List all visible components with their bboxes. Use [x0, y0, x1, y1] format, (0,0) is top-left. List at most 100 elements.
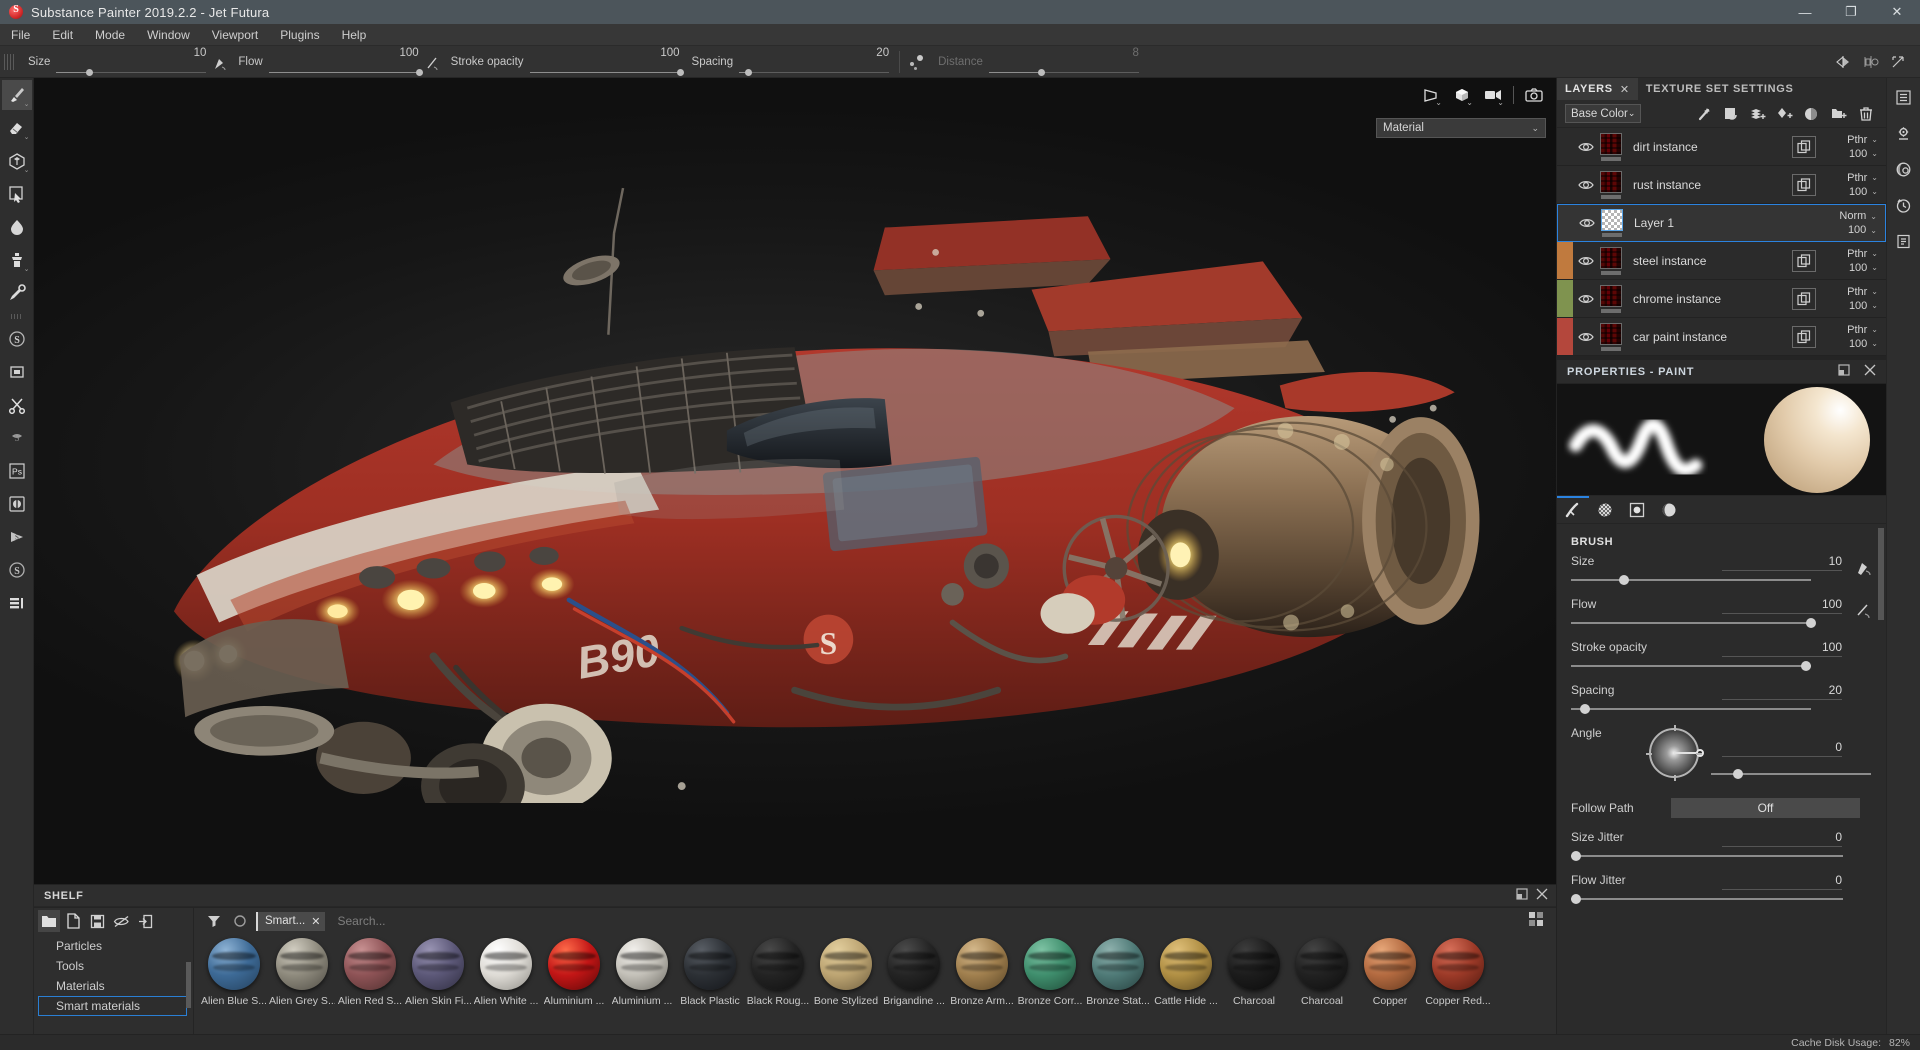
layer-thumbnail[interactable]: [1600, 247, 1622, 269]
layer-row[interactable]: dirt instance Pthr⌄ 100⌄: [1557, 128, 1886, 166]
shelf-material-item[interactable]: Bronze Corr...: [1016, 938, 1084, 1007]
material-thumbnail[interactable]: [276, 938, 328, 990]
shelf-material-item[interactable]: Copper Red...: [1424, 938, 1492, 1007]
shelf-category-materials[interactable]: Materials: [34, 976, 193, 996]
layer-opacity[interactable]: 100⌄: [1849, 148, 1878, 160]
menu-window[interactable]: Window: [136, 24, 201, 46]
param-slider[interactable]: [1571, 660, 1811, 672]
alpha-tab[interactable]: [1589, 496, 1621, 523]
brush-properties-scroll[interactable]: BRUSH Size10Flow100Stroke opacity100Spac…: [1557, 524, 1886, 1034]
layer-thumbnail[interactable]: [1600, 323, 1622, 345]
smudge-tool[interactable]: [2, 212, 32, 242]
material-thumbnail[interactable]: [1024, 938, 1076, 990]
layer-row[interactable]: chrome instancePthr⌄100⌄: [1557, 280, 1886, 318]
pen-pressure-icon[interactable]: [1856, 558, 1872, 579]
angle-dial[interactable]: [1649, 728, 1699, 778]
layer-row[interactable]: rust instance Pthr⌄ 100⌄: [1557, 166, 1886, 204]
material-thumbnail[interactable]: [820, 938, 872, 990]
layer-row[interactable]: steel instancePthr⌄100⌄: [1557, 242, 1886, 280]
shelf-material-item[interactable]: Alien White ...: [472, 938, 540, 1007]
tab-texture-set-settings[interactable]: TEXTURE SET SETTINGS: [1638, 78, 1802, 100]
substance-source-icon[interactable]: S: [2, 423, 32, 453]
param-slider[interactable]: [269, 60, 419, 78]
import-icon[interactable]: [134, 910, 156, 932]
layer-blend-mode[interactable]: Pthr⌄: [1847, 286, 1878, 298]
material-thumbnail[interactable]: [344, 938, 396, 990]
material-thumbnail[interactable]: [548, 938, 600, 990]
material-thumbnail[interactable]: [1160, 938, 1212, 990]
add-paint-layer-icon[interactable]: [1773, 103, 1797, 125]
eye-icon[interactable]: [1573, 255, 1599, 267]
material-tab[interactable]: [1653, 496, 1685, 523]
instance-icon[interactable]: [1792, 288, 1816, 310]
shelf-category-scrollbar[interactable]: [186, 962, 191, 1008]
active-filter-chip[interactable]: Smart... ✕: [256, 912, 325, 931]
material-mode-icon[interactable]: ⌄: [1448, 84, 1476, 106]
material-thumbnail[interactable]: [412, 938, 464, 990]
layer-stack-icon[interactable]: [2, 588, 32, 618]
material-stamp-icon[interactable]: S: [2, 324, 32, 354]
brush-param-flow[interactable]: Flow100: [1571, 597, 1872, 629]
layer-blend-mode[interactable]: Pthr⌄: [1847, 172, 1878, 184]
material-thumbnail[interactable]: [1228, 938, 1280, 990]
layer-opacity[interactable]: 100⌄: [1849, 186, 1878, 198]
toolbar-param-size[interactable]: Size10: [20, 46, 210, 78]
shelf-category-smart-materials[interactable]: Smart materials: [38, 996, 187, 1016]
toolbar-param-spacing[interactable]: Spacing20: [684, 46, 894, 78]
param-slider[interactable]: [530, 60, 680, 78]
shelf-material-item[interactable]: Black Plastic: [676, 938, 744, 1007]
toolbar-param-flow[interactable]: Flow100: [230, 46, 422, 78]
brush-param-size-jitter[interactable]: Size Jitter0: [1571, 830, 1872, 862]
material-thumbnail[interactable]: [888, 938, 940, 990]
layer-thumbnail[interactable]: [1600, 133, 1622, 155]
refresh-icon[interactable]: [230, 911, 250, 931]
layer-blend-mode[interactable]: Pthr⌄: [1847, 324, 1878, 336]
delete-layer-icon[interactable]: [1854, 103, 1878, 125]
save-icon[interactable]: [86, 910, 108, 932]
pen-size-pressure-icon[interactable]: [212, 53, 228, 71]
angle-slider[interactable]: [1711, 768, 1871, 780]
follow-path-toggle[interactable]: Off: [1671, 798, 1860, 818]
material-thumbnail[interactable]: [1092, 938, 1144, 990]
stencil-tab[interactable]: [1621, 496, 1653, 523]
photoshop-link-icon[interactable]: Ps: [2, 456, 32, 486]
properties-scrollbar[interactable]: [1878, 528, 1884, 620]
settings-panel-icon[interactable]: [1890, 118, 1918, 148]
menu-file[interactable]: File: [0, 24, 41, 46]
menu-edit[interactable]: Edit: [41, 24, 84, 46]
tab-layers-close-icon[interactable]: ✕: [1620, 83, 1630, 96]
camera-mode-icon[interactable]: ⌄: [1479, 84, 1507, 106]
eye-icon[interactable]: [1574, 217, 1600, 229]
instance-icon[interactable]: [1792, 326, 1816, 348]
param-slider[interactable]: [56, 60, 206, 78]
shelf-material-item[interactable]: Bone Stylized: [812, 938, 880, 1007]
shelf-material-item[interactable]: Alien Skin Fi...: [404, 938, 472, 1007]
display-settings-icon[interactable]: [1890, 154, 1918, 184]
menu-plugins[interactable]: Plugins: [269, 24, 330, 46]
layer-blend-mode[interactable]: Norm⌄: [1839, 210, 1877, 222]
projection-tool[interactable]: ⌄: [2, 146, 32, 176]
eye-icon[interactable]: [1573, 141, 1599, 153]
toolbar-param-distance[interactable]: Distance8: [930, 46, 1143, 78]
material-thumbnail[interactable]: [616, 938, 668, 990]
layer-opacity[interactable]: 100⌄: [1849, 262, 1878, 274]
material-preset-icon[interactable]: [2, 357, 32, 387]
layer-blend-mode[interactable]: Pthr⌄: [1847, 248, 1878, 260]
eye-icon[interactable]: [1573, 293, 1599, 305]
add-fill-layer-icon[interactable]: [1746, 103, 1770, 125]
eye-icon[interactable]: [1573, 331, 1599, 343]
shelf-close-icon[interactable]: [1536, 887, 1548, 905]
pressure-curve-icon[interactable]: [906, 52, 928, 72]
layer-name[interactable]: rust instance: [1623, 178, 1701, 192]
close-button[interactable]: ✕: [1874, 0, 1920, 24]
shelf-material-item[interactable]: Copper: [1356, 938, 1424, 1007]
param-slider[interactable]: [1571, 617, 1811, 629]
brush-param-stroke-opacity[interactable]: Stroke opacity100: [1571, 640, 1872, 672]
material-thumbnail[interactable]: [1296, 938, 1348, 990]
layer-blend-mode[interactable]: Pthr⌄: [1847, 134, 1878, 146]
color-picker-tool[interactable]: [2, 278, 32, 308]
shelf-dock-icon[interactable]: [1516, 887, 1528, 905]
instance-icon[interactable]: [1792, 250, 1816, 272]
layer-name[interactable]: dirt instance: [1623, 140, 1698, 154]
polygon-fill-tool[interactable]: [2, 179, 32, 209]
